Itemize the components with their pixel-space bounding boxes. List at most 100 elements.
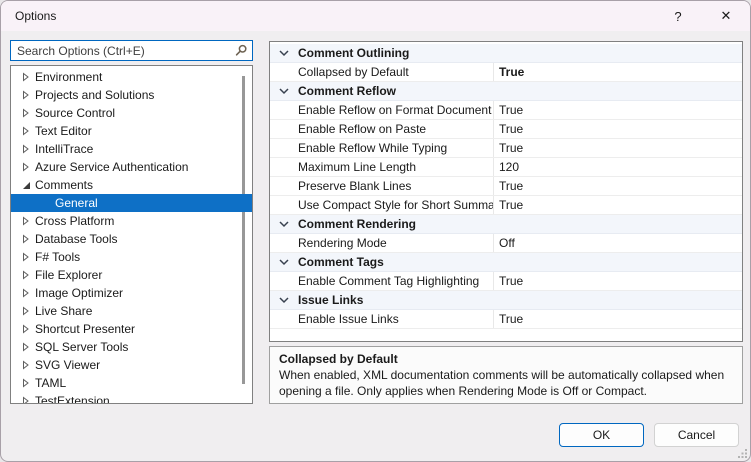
grid-category-comment-tags[interactable]: Comment Tags [270, 253, 742, 272]
grid-category-comment-rendering[interactable]: Comment Rendering [270, 215, 742, 234]
property-value[interactable]: True [494, 139, 523, 157]
tree-item-label: SVG Viewer [35, 356, 100, 374]
triangle-expanded-icon[interactable] [22, 176, 35, 194]
triangle-collapsed-icon[interactable] [22, 86, 35, 104]
triangle-collapsed-icon[interactable] [22, 356, 35, 374]
tree-item-live-share[interactable]: Live Share [11, 302, 252, 320]
property-value[interactable]: True [494, 272, 523, 290]
triangle-collapsed-icon[interactable] [22, 140, 35, 158]
triangle-collapsed-icon[interactable] [22, 122, 35, 140]
close-icon: ✕ [721, 8, 732, 24]
triangle-collapsed-icon[interactable] [22, 266, 35, 284]
tree-item-label: TestExtension [35, 392, 110, 404]
grid-property-collapsed-by-default[interactable]: Collapsed by DefaultTrue [270, 63, 742, 82]
tree-item-f-tools[interactable]: F# Tools [11, 248, 252, 266]
ok-button[interactable]: OK [559, 423, 644, 447]
tree-item-text-editor[interactable]: Text Editor [11, 122, 252, 140]
property-grid: Comment OutliningCollapsed by DefaultTru… [269, 41, 743, 342]
tree-item-intellitrace[interactable]: IntelliTrace [11, 140, 252, 158]
property-name: Use Compact Style for Short Summar [270, 196, 494, 214]
search-icon[interactable] [234, 44, 248, 58]
grid-property-enable-reflow-while-typing[interactable]: Enable Reflow While TypingTrue [270, 139, 742, 158]
window-title: Options [15, 1, 56, 31]
chevron-down-icon[interactable] [270, 215, 289, 233]
grid-property-enable-issue-links[interactable]: Enable Issue LinksTrue [270, 310, 742, 329]
triangle-collapsed-icon[interactable] [22, 230, 35, 248]
tree-item-general[interactable]: General [11, 194, 252, 212]
close-button[interactable]: ✕ [707, 1, 745, 31]
tree-item-label: File Explorer [35, 266, 102, 284]
chevron-down-icon[interactable] [270, 44, 289, 62]
triangle-collapsed-icon[interactable] [22, 392, 35, 404]
tree-item-source-control[interactable]: Source Control [11, 104, 252, 122]
triangle-collapsed-icon[interactable] [22, 302, 35, 320]
tree-item-label: Projects and Solutions [35, 86, 154, 104]
tree-item-database-tools[interactable]: Database Tools [11, 230, 252, 248]
grid-property-maximum-line-length[interactable]: Maximum Line Length120 [270, 158, 742, 177]
tree-item-label: Database Tools [35, 230, 118, 248]
tree-item-label: Text Editor [35, 122, 92, 140]
tree-item-label: TAML [35, 374, 66, 392]
grid-property-use-compact-style-for-short-summar[interactable]: Use Compact Style for Short SummarTrue [270, 196, 742, 215]
help-button[interactable]: ? [659, 1, 697, 31]
tree-item-label: Comments [35, 176, 93, 194]
tree-item-file-explorer[interactable]: File Explorer [11, 266, 252, 284]
triangle-collapsed-icon[interactable] [22, 158, 35, 176]
property-value[interactable]: 120 [494, 158, 519, 176]
grid-category-label: Comment Reflow [289, 82, 396, 100]
resize-grip[interactable] [737, 448, 748, 459]
chevron-down-icon[interactable] [270, 82, 289, 100]
description-title: Collapsed by Default [279, 351, 733, 367]
tree-item-azure-service-authentication[interactable]: Azure Service Authentication [11, 158, 252, 176]
property-value[interactable]: True [494, 177, 523, 195]
tree-item-label: Environment [35, 68, 102, 86]
grid-category-comment-outlining[interactable]: Comment Outlining [270, 44, 742, 63]
tree-item-sql-server-tools[interactable]: SQL Server Tools [11, 338, 252, 356]
grid-category-issue-links[interactable]: Issue Links [270, 291, 742, 310]
property-name: Preserve Blank Lines [270, 177, 494, 195]
tree-item-svg-viewer[interactable]: SVG Viewer [11, 356, 252, 374]
tree-item-testextension[interactable]: TestExtension [11, 392, 252, 404]
cancel-button[interactable]: Cancel [654, 423, 739, 447]
grid-category-comment-reflow[interactable]: Comment Reflow [270, 82, 742, 101]
tree-item-cross-platform[interactable]: Cross Platform [11, 212, 252, 230]
chevron-down-icon[interactable] [270, 291, 289, 309]
tree-item-label: SQL Server Tools [35, 338, 128, 356]
property-name: Enable Reflow on Format Document [270, 101, 494, 119]
search-box [10, 40, 253, 61]
triangle-collapsed-icon[interactable] [22, 320, 35, 338]
description-pane: Collapsed by Default When enabled, XML d… [269, 346, 743, 404]
tree-item-environment[interactable]: Environment [11, 68, 252, 86]
triangle-collapsed-icon[interactable] [22, 212, 35, 230]
grid-property-enable-reflow-on-paste[interactable]: Enable Reflow on PasteTrue [270, 120, 742, 139]
property-value[interactable]: True [494, 310, 523, 328]
property-value[interactable]: True [494, 120, 523, 138]
triangle-collapsed-icon[interactable] [22, 248, 35, 266]
grid-property-rendering-mode[interactable]: Rendering ModeOff [270, 234, 742, 253]
grid-property-enable-reflow-on-format-document[interactable]: Enable Reflow on Format DocumentTrue [270, 101, 742, 120]
titlebar[interactable]: Options ? ✕ [1, 1, 750, 31]
tree-item-taml[interactable]: TAML [11, 374, 252, 392]
tree-item-label: Source Control [35, 104, 115, 122]
triangle-collapsed-icon[interactable] [22, 68, 35, 86]
description-text: When enabled, XML documentation comments… [279, 367, 733, 399]
grid-category-label: Comment Rendering [289, 215, 416, 233]
property-value[interactable]: True [494, 101, 523, 119]
grid-property-enable-comment-tag-highlighting[interactable]: Enable Comment Tag HighlightingTrue [270, 272, 742, 291]
triangle-collapsed-icon[interactable] [22, 338, 35, 356]
tree-item-image-optimizer[interactable]: Image Optimizer [11, 284, 252, 302]
property-value[interactable]: True [494, 63, 524, 81]
property-value[interactable]: True [494, 196, 523, 214]
tree-item-shortcut-presenter[interactable]: Shortcut Presenter [11, 320, 252, 338]
property-value[interactable]: Off [494, 234, 515, 252]
tree-item-projects-and-solutions[interactable]: Projects and Solutions [11, 86, 252, 104]
chevron-down-icon[interactable] [270, 253, 289, 271]
tree-item-label: Cross Platform [35, 212, 114, 230]
triangle-collapsed-icon[interactable] [22, 284, 35, 302]
triangle-collapsed-icon[interactable] [22, 104, 35, 122]
search-input[interactable] [11, 41, 252, 60]
property-name: Rendering Mode [270, 234, 494, 252]
grid-property-preserve-blank-lines[interactable]: Preserve Blank LinesTrue [270, 177, 742, 196]
triangle-collapsed-icon[interactable] [22, 374, 35, 392]
tree-item-comments[interactable]: Comments [11, 176, 252, 194]
